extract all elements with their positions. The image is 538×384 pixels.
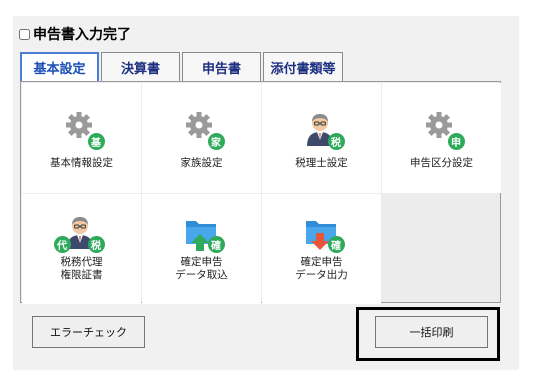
tile-label-line1: 税務代理: [60, 256, 103, 268]
badge-filing: 申: [447, 133, 465, 150]
data-export-tile[interactable]: 確 確定申告 データ出力: [262, 194, 381, 304]
badge-family: 家: [207, 133, 225, 150]
tile-label: 税務代理 権限証書: [61, 256, 103, 282]
tile-label-line2: データ取込: [175, 269, 228, 281]
tile-label-line1: 確定申告: [180, 256, 223, 268]
settings-panel: 基 基本情報設定 家 家族設定 税 税理士設定 申 申告区分設定 代 税 税務代…: [20, 81, 501, 304]
badge-basic: 基: [87, 133, 105, 150]
tax-accountant-person-icon: 代 税: [53, 213, 105, 253]
tab-attachments[interactable]: 添付書類等: [263, 52, 343, 81]
filing-category-settings-tile[interactable]: 申 申告区分設定: [382, 83, 501, 193]
tile-label: 家族設定: [180, 157, 223, 169]
badge-proxy: 代: [53, 236, 71, 253]
tile-label-line2: データ出力: [295, 269, 348, 281]
badge-confirm: 確: [327, 236, 345, 253]
tax-accountant-person-icon: 税: [302, 110, 345, 150]
tile-label-line2: 権限証書: [60, 269, 103, 281]
tile-label-line1: 確定申告: [300, 256, 343, 268]
gear-icon: 家: [182, 110, 225, 150]
tile-label: 基本情報設定: [50, 157, 113, 169]
tab-tax-return[interactable]: 申告書: [182, 52, 261, 81]
proxy-certificate-tile[interactable]: 代 税 税務代理 権限証書: [22, 194, 141, 304]
tab-basic-settings[interactable]: 基本設定: [20, 52, 99, 81]
folder-import-icon: 確: [182, 213, 225, 253]
folder-export-icon: 確: [302, 213, 345, 253]
basic-info-settings-tile[interactable]: 基 基本情報設定: [22, 83, 141, 193]
data-import-tile[interactable]: 確 確定申告 データ取込: [142, 194, 261, 304]
completion-checkbox[interactable]: [19, 28, 30, 40]
batch-print-button[interactable]: 一括印刷: [375, 316, 488, 348]
error-check-button[interactable]: エラーチェック: [32, 316, 145, 348]
family-settings-tile[interactable]: 家 家族設定: [142, 83, 261, 193]
tax-accountant-settings-tile[interactable]: 税 税理士設定: [262, 83, 381, 193]
gear-icon: 申: [422, 110, 465, 150]
completion-label: 申告書入力完了: [33, 27, 131, 43]
tab-bar: 基本設定 決算書 申告書 添付書類等: [20, 52, 343, 81]
tile-label: 確定申告 データ出力: [295, 256, 348, 282]
badge-tax: 税: [87, 236, 105, 253]
tile-label: 税理士設定: [295, 157, 348, 169]
gear-icon: 基: [62, 110, 105, 150]
tile-label: 申告区分設定: [410, 157, 473, 169]
completion-checkbox-row[interactable]: 申告書入力完了: [19, 25, 131, 43]
badge-confirm: 確: [207, 236, 225, 253]
tile-label: 確定申告 データ取込: [175, 256, 228, 282]
badge-tax: 税: [327, 133, 345, 150]
tab-financial-statements[interactable]: 決算書: [101, 52, 180, 81]
